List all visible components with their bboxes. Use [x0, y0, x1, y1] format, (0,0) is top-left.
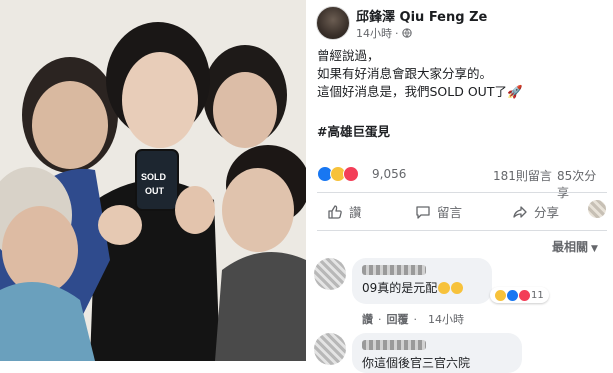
comment-reply-link[interactable]: 回覆 — [387, 313, 409, 326]
comment-text: 09真的是元配 — [362, 279, 482, 296]
post-text-line: 曾經說過， — [317, 48, 380, 63]
hashtag-link[interactable]: #高雄巨蛋見 — [317, 121, 390, 140]
commenter-name[interactable] — [362, 265, 426, 275]
author-name[interactable]: 邱鋒澤 Qiu Feng Ze — [356, 6, 487, 25]
comments-count[interactable]: 181則留言 — [493, 167, 552, 184]
facebook-post: 邱鋒澤 Qiu Feng Ze 14小時 · 曾經說過， 如果有好消息會跟大家分… — [306, 0, 613, 373]
share-icon — [513, 205, 527, 218]
viewer-avatar[interactable] — [588, 200, 606, 218]
chevron-down-icon: ▼ — [591, 244, 598, 254]
post-meta: 14小時 · — [356, 25, 412, 41]
comment-like-link[interactable]: 讚 — [362, 313, 373, 326]
post-actions: 讚 留言 分享 — [317, 202, 607, 226]
reaction-icons[interactable] — [317, 166, 359, 182]
post-text: 曾經說過， 如果有好消息會跟大家分享的。 這個好消息是，我們SOLD OUT了🚀 — [317, 47, 607, 101]
shares-count[interactable]: 85次分享 — [557, 167, 607, 201]
like-label: 讚 — [349, 205, 362, 220]
like-reaction-icon — [507, 289, 518, 301]
like-button[interactable]: 讚 — [327, 202, 362, 221]
comment-text: 你這個後官三官六院 — [362, 356, 471, 370]
post-text-line: 這個好消息是，我們SOLD OUT了🚀 — [317, 84, 523, 99]
svg-text:SOLD: SOLD — [141, 172, 167, 182]
commenter-avatar[interactable] — [314, 258, 346, 290]
divider — [317, 230, 607, 231]
comment-icon — [416, 205, 430, 219]
post-text-line: 如果有好消息會跟大家分享的。 — [317, 66, 493, 81]
haha-reaction-icon — [495, 289, 506, 301]
comment-bubble: 09真的是元配 — [352, 258, 492, 304]
svg-text:OUT: OUT — [145, 186, 165, 196]
group-photo: SOLD OUT — [0, 0, 306, 361]
globe-icon — [401, 28, 412, 38]
comments-sort-dropdown[interactable]: 最相關 ▼ — [552, 238, 598, 255]
comment-actions: 讚 · 回覆 · 14小時 — [362, 313, 464, 326]
share-button[interactable]: 分享 — [512, 202, 559, 221]
rofl-emoji-icon — [451, 282, 464, 294]
commenter-avatar[interactable] — [314, 333, 346, 365]
author-avatar[interactable] — [316, 6, 350, 40]
comment-label: 留言 — [437, 205, 463, 220]
post-time[interactable]: 14小時 — [356, 25, 392, 41]
share-label: 分享 — [534, 205, 560, 220]
comment-bubble: 你這個後官三官六院 — [352, 333, 522, 373]
post-photo[interactable]: SOLD OUT — [0, 0, 306, 361]
sort-label: 最相關 — [552, 240, 589, 254]
comment-reactions[interactable]: 11 — [490, 287, 549, 303]
love-reaction-icon — [519, 289, 530, 301]
rofl-emoji-icon — [438, 282, 451, 294]
comment-button[interactable]: 留言 — [415, 202, 462, 221]
comment-reaction-count: 11 — [531, 289, 544, 301]
comment-time[interactable]: 14小時 — [428, 313, 464, 326]
post-stats: 9,056 181則留言 85次分享 — [317, 166, 607, 200]
divider — [317, 192, 607, 193]
commenter-name[interactable] — [362, 340, 426, 350]
like-icon — [328, 204, 342, 219]
love-reaction-icon — [343, 166, 359, 182]
reaction-count[interactable]: 9,056 — [372, 167, 406, 181]
